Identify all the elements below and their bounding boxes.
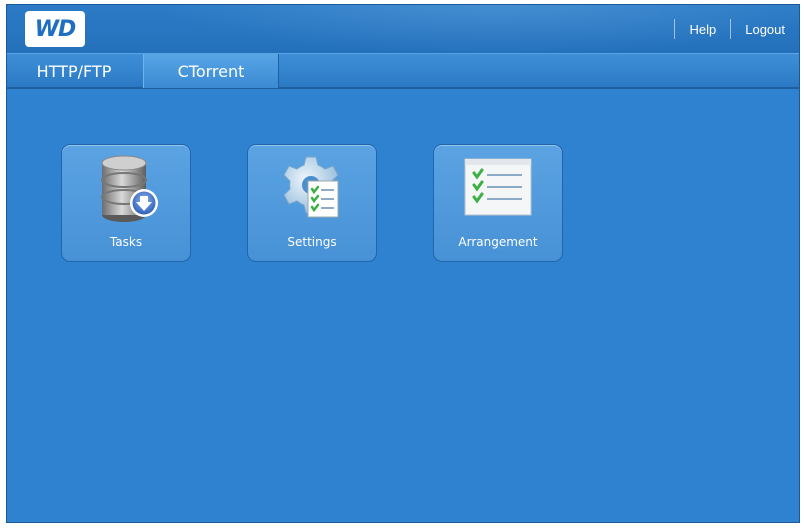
arrangement-tile[interactable]: Arrangement xyxy=(433,144,563,262)
main-content: Tasks Settings Arrangement xyxy=(7,89,799,522)
divider xyxy=(730,19,732,39)
tab-ctorrent[interactable]: CTorrent xyxy=(143,54,279,88)
app-window: WD Help Logout HTTP/FTP CTorrent Tasks S… xyxy=(6,4,800,523)
settings-label: Settings xyxy=(287,235,337,249)
tasks-label: Tasks xyxy=(109,235,143,249)
checklist-icon xyxy=(464,158,532,216)
tasks-tile[interactable]: Tasks xyxy=(61,144,191,262)
help-link[interactable]: Help xyxy=(689,22,716,37)
wd-logo[interactable]: WD xyxy=(25,11,85,47)
header-links: Help Logout xyxy=(660,19,785,39)
divider xyxy=(674,19,676,39)
gear-checklist-icon xyxy=(283,156,339,218)
database-download-icon xyxy=(101,155,158,222)
settings-tile[interactable]: Settings xyxy=(247,144,377,262)
arrangement-label: Arrangement xyxy=(458,235,538,249)
tab-bar: HTTP/FTP CTorrent xyxy=(7,53,799,89)
logo-text: WD xyxy=(34,16,77,42)
header-bar: WD Help Logout xyxy=(7,5,799,53)
logout-link[interactable]: Logout xyxy=(745,22,785,37)
tab-http-ftp[interactable]: HTTP/FTP xyxy=(7,54,141,88)
